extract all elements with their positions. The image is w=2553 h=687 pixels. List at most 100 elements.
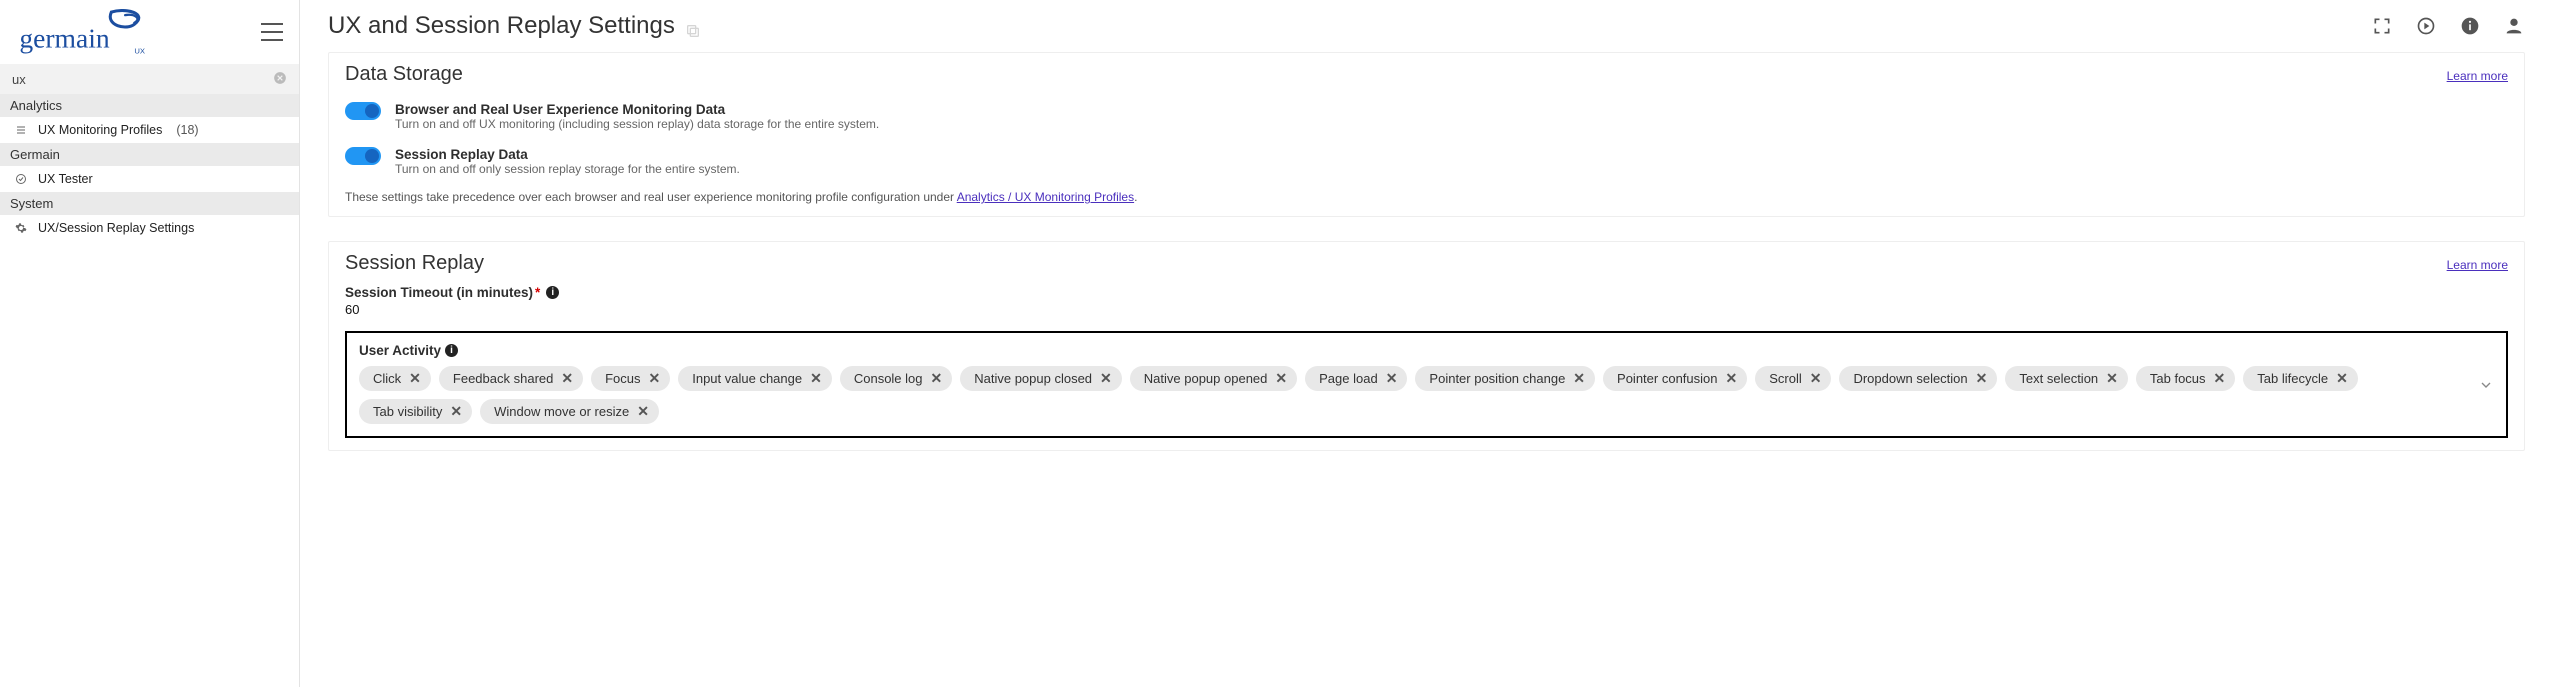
user-activity-chip[interactable]: Console log ✕	[840, 366, 952, 391]
user-activity-chip[interactable]: Tab focus ✕	[2136, 366, 2235, 391]
chip-label: Console log	[854, 371, 923, 386]
user-activity-chip[interactable]: Click ✕	[359, 366, 431, 391]
page-title: UX and Session Replay Settings	[328, 12, 701, 40]
check-circle-icon	[14, 172, 28, 186]
user-activity-chips[interactable]: Click✕Feedback shared✕Focus✕Input value …	[359, 366, 2494, 424]
user-activity-chip[interactable]: Text selection✕	[2005, 366, 2128, 391]
chip-remove-icon[interactable]: ✕	[637, 403, 649, 420]
list-icon	[14, 123, 28, 137]
nav-tree: AnalyticsUX Monitoring Profiles(18)Germa…	[0, 94, 299, 241]
user-activity-chip[interactable]: Feedback shared✕	[439, 366, 583, 391]
clear-search-icon[interactable]	[273, 71, 287, 88]
page-title-text: UX and Session Replay Settings	[328, 12, 675, 40]
session-replay-learn-more-link[interactable]: Learn more	[2447, 258, 2508, 272]
session-timeout-info-icon[interactable]: i	[546, 286, 559, 299]
chip-label: Focus	[605, 371, 640, 386]
chip-label: Dropdown selection	[1853, 371, 1967, 386]
sidebar-item[interactable]: UX Monitoring Profiles (18)	[0, 117, 299, 143]
data-storage-section: Data Storage Learn more Browser and Real…	[328, 52, 2525, 217]
sidebar-item[interactable]: UX/Session Replay Settings	[0, 215, 299, 241]
nav-group-header: Germain	[0, 143, 299, 166]
user-activity-chip[interactable]: Input value change ✕	[678, 366, 832, 391]
sidebar-item-label: UX Monitoring Profiles	[38, 123, 162, 137]
chip-label: Tab focus	[2150, 371, 2206, 386]
brand-sub: UX	[134, 46, 145, 55]
chip-remove-icon[interactable]: ✕	[1275, 370, 1287, 387]
chip-label: Native popup opened	[1144, 371, 1268, 386]
data-storage-row: Browser and Real User Experience Monitor…	[345, 96, 2508, 141]
sidebar-top: germain UX	[0, 0, 299, 64]
chip-remove-icon[interactable]: ✕	[931, 370, 943, 387]
data-storage-footnote: These settings take precedence over each…	[345, 186, 2508, 204]
footnote-post: .	[1134, 190, 1137, 204]
chip-label: Input value change	[692, 371, 802, 386]
info-icon[interactable]	[2459, 15, 2481, 37]
user-activity-block: User Activity i Click✕Feedback shared✕Fo…	[345, 331, 2508, 438]
brand-text: germain	[19, 22, 110, 53]
user-activity-chip[interactable]: Scroll✕	[1755, 366, 1831, 391]
brand-logo[interactable]: germain UX	[16, 9, 176, 55]
sidebar-item[interactable]: UX Tester	[0, 166, 299, 192]
sidebar: germain UX AnalyticsUX Monitoring Profil…	[0, 0, 300, 687]
user-activity-chip[interactable]: Tab visibility✕	[359, 399, 472, 424]
user-activity-label: User Activity i	[359, 343, 2494, 358]
data-storage-learn-more-link[interactable]: Learn more	[2447, 69, 2508, 83]
chip-remove-icon[interactable]: ✕	[649, 370, 661, 387]
sidebar-search	[0, 64, 299, 94]
chip-label: Page load	[1319, 371, 1378, 386]
data-storage-title: Data Storage	[345, 63, 463, 86]
chip-remove-icon[interactable]: ✕	[1100, 370, 1112, 387]
user-activity-chip[interactable]: Native popup opened ✕	[1130, 366, 1297, 391]
topbar-actions	[2371, 15, 2525, 37]
menu-toggle-icon[interactable]	[261, 23, 283, 41]
chip-remove-icon[interactable]: ✕	[1386, 370, 1398, 387]
user-activity-chip[interactable]: Tab lifecycle ✕	[2243, 366, 2358, 391]
chip-remove-icon[interactable]: ✕	[1725, 370, 1737, 387]
data-storage-row-sub: Turn on and off only session replay stor…	[395, 162, 740, 176]
chip-label: Pointer confusion	[1617, 371, 1717, 386]
data-storage-row-title: Browser and Real User Experience Monitor…	[395, 102, 879, 117]
user-activity-chip[interactable]: Page load ✕	[1305, 366, 1407, 391]
user-activity-chip[interactable]: Pointer position change ✕	[1415, 366, 1595, 391]
copy-icon[interactable]	[685, 18, 701, 34]
main: UX and Session Replay Settings	[300, 0, 2553, 687]
chip-remove-icon[interactable]: ✕	[1976, 370, 1988, 387]
play-icon[interactable]	[2415, 15, 2437, 37]
chip-label: Native popup closed	[974, 371, 1092, 386]
user-activity-chip[interactable]: Window move or resize ✕	[480, 399, 659, 424]
chip-remove-icon[interactable]: ✕	[810, 370, 822, 387]
required-asterisk: *	[535, 285, 540, 300]
chip-remove-icon[interactable]: ✕	[2106, 370, 2118, 387]
user-icon[interactable]	[2503, 15, 2525, 37]
chip-remove-icon[interactable]: ✕	[409, 370, 421, 387]
chip-remove-icon[interactable]: ✕	[450, 403, 462, 420]
toggle-switch[interactable]	[345, 147, 381, 165]
footnote-pre: These settings take precedence over each…	[345, 190, 957, 204]
user-activity-chip[interactable]: Focus ✕	[591, 366, 670, 391]
toggle-switch[interactable]	[345, 102, 381, 120]
chip-label: Pointer position change	[1429, 371, 1565, 386]
chip-remove-icon[interactable]: ✕	[2214, 370, 2226, 387]
data-storage-row: Session Replay DataTurn on and off only …	[345, 141, 2508, 186]
fullscreen-icon[interactable]	[2371, 15, 2393, 37]
sidebar-item-count: (18)	[176, 123, 198, 137]
chip-remove-icon[interactable]: ✕	[561, 370, 573, 387]
session-timeout-label: Session Timeout (in minutes)* i	[345, 285, 2508, 300]
chip-remove-icon[interactable]: ✕	[1810, 370, 1822, 387]
chip-label: Tab lifecycle	[2257, 371, 2328, 386]
chip-remove-icon[interactable]: ✕	[2336, 370, 2348, 387]
data-storage-row-sub: Turn on and off UX monitoring (including…	[395, 117, 879, 131]
sidebar-item-label: UX Tester	[38, 172, 93, 186]
user-activity-label-text: User Activity	[359, 343, 441, 358]
user-activity-info-icon[interactable]: i	[445, 344, 458, 357]
user-activity-chip[interactable]: Dropdown selection ✕	[1839, 366, 1997, 391]
user-activity-dropdown-icon[interactable]	[2476, 375, 2496, 395]
chip-remove-icon[interactable]: ✕	[1573, 370, 1585, 387]
search-input[interactable]	[12, 72, 273, 87]
footnote-link[interactable]: Analytics / UX Monitoring Profiles	[957, 190, 1134, 204]
user-activity-chip[interactable]: Pointer confusion ✕	[1603, 366, 1747, 391]
user-activity-chip[interactable]: Native popup closed ✕	[960, 366, 1122, 391]
chip-label: Click	[373, 371, 401, 386]
session-timeout-value[interactable]: 60	[345, 300, 2508, 331]
chip-label: Window move or resize	[494, 404, 629, 419]
